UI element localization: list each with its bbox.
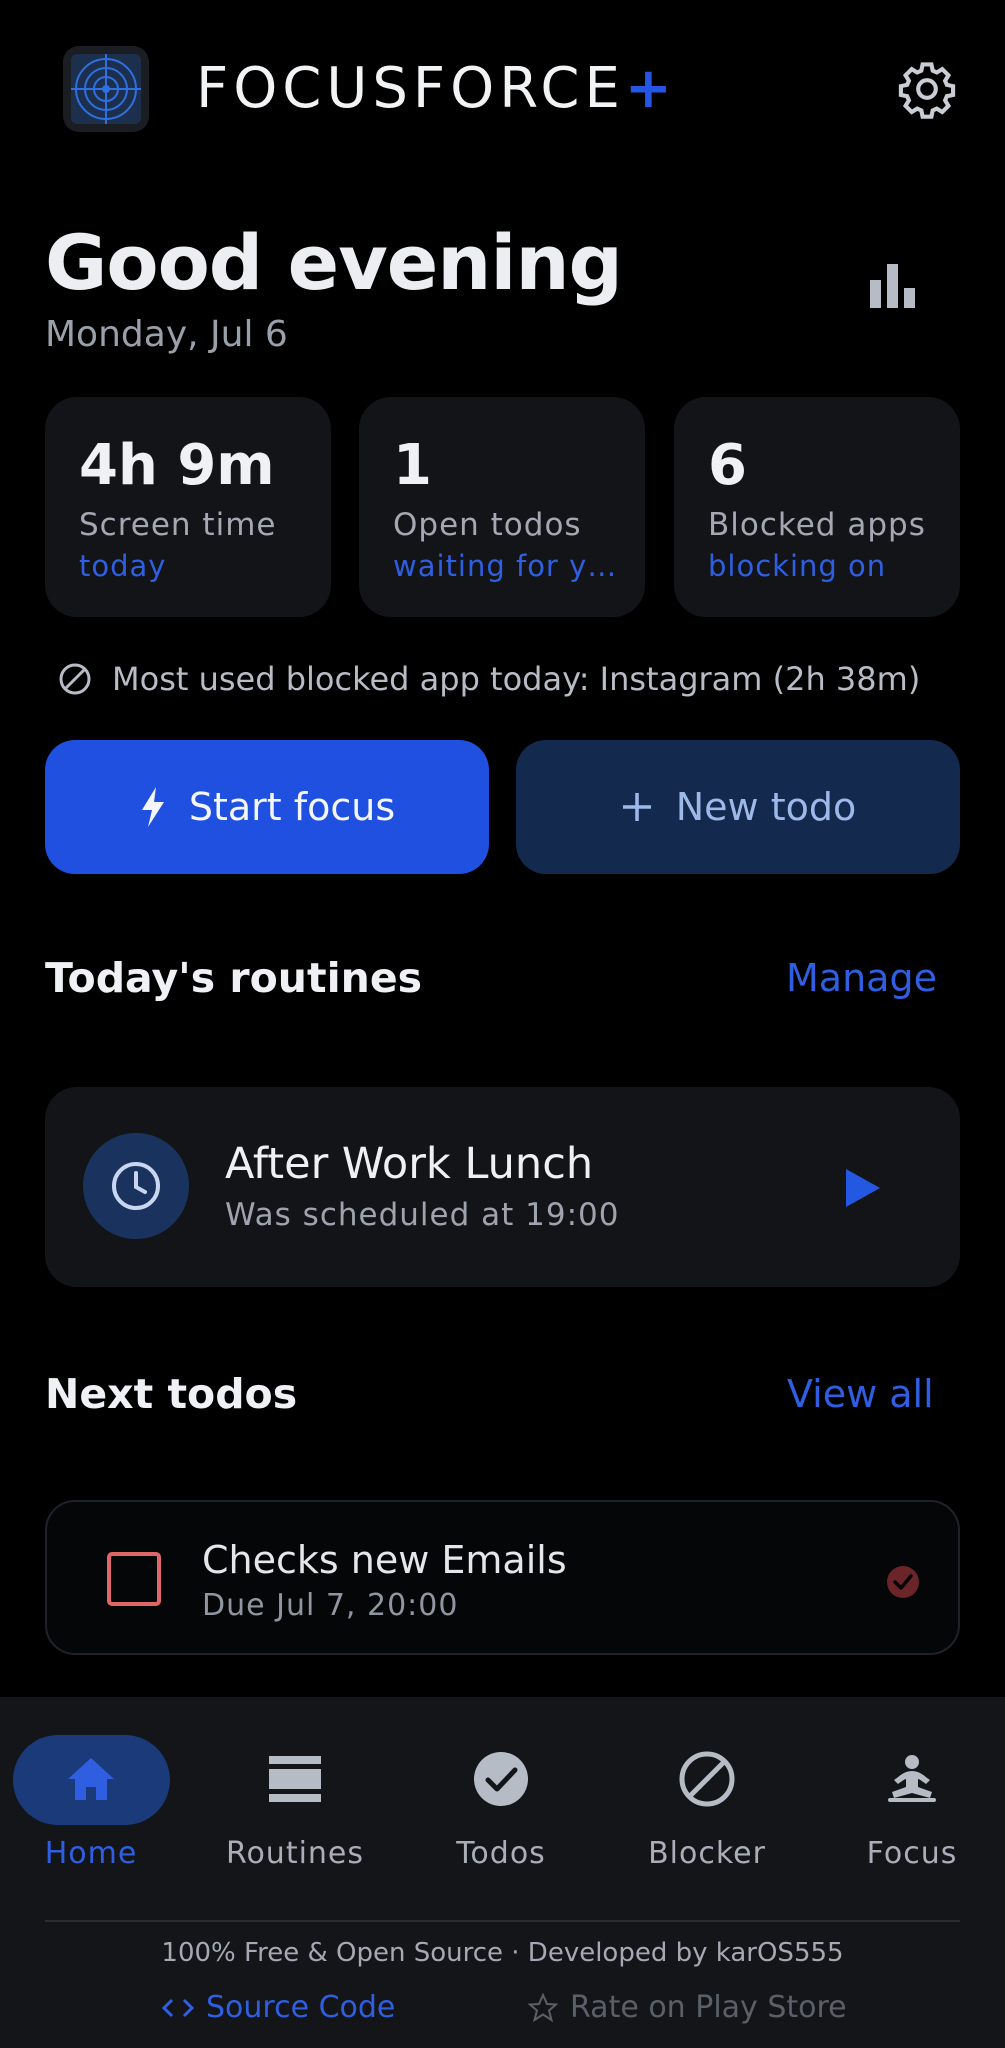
- clock-icon: [112, 1162, 160, 1210]
- star-icon: [528, 1992, 558, 2022]
- todos-section-title: Next todos: [45, 1370, 298, 1418]
- stat-sub: waiting for you: [393, 549, 625, 583]
- nav-label: Todos: [456, 1836, 546, 1871]
- greeting-title: Good evening: [45, 218, 623, 307]
- stat-sub: blocking on: [708, 549, 887, 583]
- meditation-icon: [888, 1755, 936, 1802]
- todo-due: Due Jul 7, 20:00: [202, 1588, 459, 1623]
- source-code-label: Source Code: [206, 1990, 396, 2025]
- nav-label: Focus: [866, 1836, 958, 1871]
- greeting-date: Monday, Jul 6: [45, 314, 288, 355]
- stat-label: Screen time: [79, 507, 277, 543]
- new-todo-button[interactable]: New todo: [516, 740, 960, 874]
- app-logo: [63, 46, 149, 132]
- routines-icon: [269, 1756, 321, 1802]
- stat-card-blocked-apps[interactable]: 6 Blocked apps blocking on: [674, 397, 960, 617]
- stat-sub: today: [79, 549, 167, 583]
- stat-value: 1: [393, 433, 432, 498]
- nav-item-blocker[interactable]: Blocker: [622, 1734, 792, 1871]
- blocked-note-text: Most used blocked app today: Instagram (…: [112, 660, 921, 698]
- nav-item-todos[interactable]: Todos: [416, 1734, 586, 1871]
- plus-icon: [622, 793, 651, 821]
- nav-label: Home: [44, 1836, 138, 1871]
- rate-play-store-link[interactable]: Rate on Play Store: [528, 1990, 847, 2025]
- routines-section-title: Today's routines: [45, 954, 423, 1002]
- routine-avatar: [83, 1133, 189, 1239]
- app-title: FOCUSFORCE+: [196, 56, 677, 121]
- block-icon: [679, 1751, 735, 1807]
- check-circle-icon: [474, 1752, 528, 1806]
- nav-item-focus[interactable]: Focus: [827, 1734, 997, 1871]
- most-used-blocked-note: Most used blocked app today: Instagram (…: [58, 660, 920, 698]
- target-logo-icon: [71, 54, 141, 124]
- nav-item-home[interactable]: Home: [6, 1734, 176, 1871]
- view-all-todos-link[interactable]: View all: [787, 1372, 934, 1416]
- nav-label: Blocker: [648, 1836, 766, 1871]
- block-icon: [59, 663, 91, 695]
- nav-item-routines[interactable]: Routines: [210, 1734, 380, 1871]
- stat-value: 4h 9m: [79, 433, 275, 498]
- routine-card[interactable]: After Work Lunch Was scheduled at 19:00: [45, 1087, 960, 1287]
- bar-chart-icon[interactable]: [868, 262, 918, 310]
- todo-name: Checks new Emails: [202, 1538, 567, 1582]
- stat-value: 6: [708, 433, 747, 498]
- routine-name: After Work Lunch: [225, 1139, 594, 1189]
- stat-label: Open todos: [393, 507, 582, 543]
- home-icon: [68, 1758, 114, 1800]
- app-title-plus: +: [624, 56, 677, 121]
- lightning-icon: [141, 787, 164, 827]
- start-focus-button[interactable]: Start focus: [45, 740, 489, 874]
- rate-label: Rate on Play Store: [570, 1990, 847, 2025]
- nav-label: Routines: [225, 1836, 365, 1871]
- footer-divider: [45, 1920, 960, 1922]
- todo-checkbox[interactable]: [107, 1552, 161, 1606]
- start-focus-label: Start focus: [188, 785, 396, 829]
- manage-routines-link[interactable]: Manage: [786, 956, 937, 1000]
- todo-card[interactable]: Checks new Emails Due Jul 7, 20:00: [45, 1500, 960, 1655]
- footer-credits: 100% Free & Open Source · Developed by k…: [161, 1938, 844, 1968]
- play-icon[interactable]: [840, 1165, 884, 1211]
- routine-schedule: Was scheduled at 19:00: [225, 1197, 620, 1233]
- stat-card-open-todos[interactable]: 1 Open todos waiting for you: [359, 397, 645, 617]
- code-icon: [162, 1998, 194, 2017]
- new-todo-label: New todo: [675, 785, 857, 829]
- stat-card-screen-time[interactable]: 4h 9m Screen time today: [45, 397, 331, 617]
- source-code-link[interactable]: Source Code: [162, 1990, 395, 2025]
- stat-label: Blocked apps: [708, 507, 926, 543]
- gear-icon[interactable]: [896, 58, 958, 120]
- check-circle-icon[interactable]: [885, 1564, 921, 1600]
